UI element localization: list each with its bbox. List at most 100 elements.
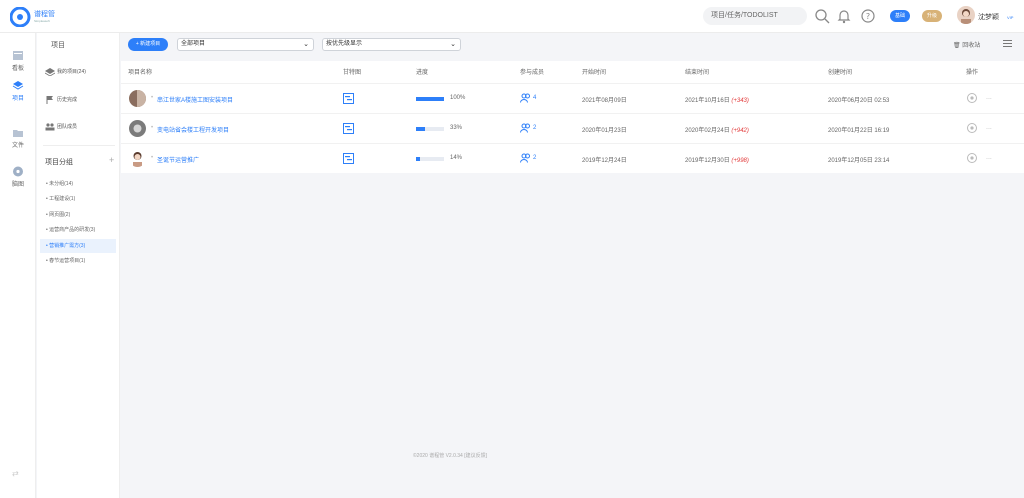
logo-icon[interactable] — [10, 7, 32, 27]
svg-text:?: ? — [866, 12, 870, 21]
progress-fill — [416, 157, 420, 161]
sidebar-item-label: 我的项目(24) — [57, 69, 86, 75]
progress-bar — [416, 127, 444, 131]
global-search[interactable]: 项目/任务/TODOLIST — [703, 7, 807, 25]
progress-bar — [416, 97, 444, 101]
group-item[interactable]: • 未分组(14) — [40, 177, 116, 191]
progress-bar — [416, 157, 444, 161]
sidebar-title: 项目 — [51, 42, 65, 49]
project-filter-value: 全部项目 — [181, 41, 206, 47]
more-icon[interactable]: ... — [986, 124, 992, 131]
members-count: 4 — [533, 95, 537, 101]
group-item[interactable]: • 工程建设(1) — [40, 192, 116, 206]
end-date: 2019年12月30日 (+998) — [685, 155, 749, 164]
board-icon — [13, 51, 23, 60]
members-icon[interactable] — [520, 123, 531, 133]
search-icon[interactable] — [814, 8, 830, 24]
table-row[interactable]: • 圣诞节运营推广 14% 2 2019年12月24日 2019年12月30日 … — [121, 143, 1024, 173]
more-icon[interactable]: ... — [986, 154, 992, 161]
rail-item-board[interactable]: 看板 — [0, 50, 36, 72]
rail-label-mindmap: 脑图 — [11, 182, 24, 188]
sidebar-divider — [43, 145, 115, 146]
delay-days: (+998) — [731, 158, 749, 164]
col-header-start: 开始时间 — [582, 70, 607, 76]
sidebar-item-my-projects[interactable]: 我的项目(24) — [45, 65, 119, 79]
rail-item-project[interactable]: 项目 — [0, 80, 36, 102]
layers-icon — [45, 67, 55, 76]
created-date: 2020年06月20日 02:53 — [828, 98, 890, 104]
progress-text: 33% — [450, 125, 463, 131]
gantt-icon[interactable] — [343, 153, 354, 164]
new-project-button[interactable]: + 新建项目 — [128, 38, 168, 51]
sort-value: 按优先级显示 — [326, 41, 363, 47]
rail-item-mindmap[interactable]: 脑图 — [0, 166, 36, 188]
chevron-down-icon: ⌄ — [303, 41, 309, 48]
project-avatar — [129, 120, 146, 137]
members-icon[interactable] — [520, 153, 531, 163]
members-count: 2 — [533, 125, 537, 131]
left-rail: 看板 项目 文件 脑图 ⇄ — [0, 33, 36, 498]
upgrade-badge[interactable]: 升级 — [922, 10, 942, 22]
project-avatar — [129, 90, 146, 107]
help-icon[interactable]: ? — [860, 8, 876, 24]
user-name[interactable]: 沈梦颖 — [978, 12, 999, 22]
sidebar-item-history[interactable]: 历史完成 — [45, 93, 119, 107]
project-filter-select[interactable]: 全部项目 ⌄ — [177, 38, 314, 51]
progress-fill — [416, 97, 444, 101]
table-row[interactable]: • 串江世家A楼施工图安装项目 100% 4 2021年08月09日 2021年… — [121, 83, 1024, 113]
project-icon — [12, 81, 24, 90]
group-item-active[interactable]: • 营销推广需方(3) — [40, 239, 116, 253]
row-dot: • — [151, 95, 154, 101]
chevron-down-icon: ⌄ — [450, 41, 456, 48]
group-item[interactable]: • 网页图(2) — [40, 208, 116, 222]
group-item[interactable]: • 春节运营项目(1) — [40, 254, 116, 268]
created-date: 2020年01月22日 16:19 — [828, 128, 890, 134]
gantt-icon[interactable] — [343, 123, 354, 134]
col-header-end: 结束时间 — [685, 70, 710, 76]
footer-text: ©2020 谱程管 V2.0.34 [建议反馈] — [413, 453, 487, 459]
main-panel: + 新建项目 全部项目 ⌄ 按优先级显示 ⌄ 🗑 回收站 项目名称 甘特图 进度… — [121, 33, 1024, 498]
project-name[interactable]: 变电站省会楼工程开发项目 — [157, 125, 229, 134]
eye-icon[interactable] — [966, 123, 978, 133]
user-avatar[interactable] — [957, 6, 975, 24]
basic-plan-badge[interactable]: 基础 — [890, 10, 910, 22]
row-dot: • — [151, 155, 154, 161]
table-row[interactable]: • 变电站省会楼工程开发项目 33% 2 2020年01月23日 2020年02… — [121, 113, 1024, 143]
delay-days: (+343) — [731, 98, 749, 104]
start-date: 2021年08月09日 — [582, 98, 627, 104]
list-view-icon[interactable] — [1003, 39, 1012, 48]
bell-icon[interactable] — [836, 8, 852, 24]
add-group-icon[interactable]: + — [109, 155, 114, 165]
more-icon[interactable]: ... — [986, 94, 992, 101]
members-count: 2 — [533, 155, 537, 161]
flag-icon — [46, 95, 53, 104]
end-date: 2021年10月16日 (+343) — [685, 95, 749, 104]
team-icon — [45, 123, 55, 131]
collapse-icon[interactable]: ⇄ — [12, 469, 19, 478]
sidebar-item-team[interactable]: 团队成员 — [45, 120, 119, 134]
col-header-name: 项目名称 — [128, 70, 153, 76]
start-date: 2019年12月24日 — [582, 158, 627, 164]
start-date: 2020年01月23日 — [582, 128, 627, 134]
rail-label-board: 看板 — [11, 66, 24, 72]
col-header-gantt: 甘特图 — [343, 70, 362, 76]
end-date-value: 2021年10月16日 — [685, 98, 730, 104]
end-date-value: 2019年12月30日 — [685, 158, 730, 164]
created-date: 2019年12月05日 23:14 — [828, 158, 890, 164]
vip-badge: VIP — [1007, 15, 1014, 20]
members-icon[interactable] — [520, 93, 531, 103]
progress-fill — [416, 127, 426, 131]
sort-select[interactable]: 按优先级显示 ⌄ — [322, 38, 461, 51]
gantt-icon[interactable] — [343, 93, 354, 104]
row-dot: • — [151, 125, 154, 131]
col-header-members: 参与成员 — [520, 70, 545, 76]
rail-item-files[interactable]: 文件 — [0, 127, 36, 149]
project-name[interactable]: 串江世家A楼施工图安装项目 — [157, 95, 233, 104]
recycle-bin-button[interactable]: 🗑 回收站 — [953, 40, 980, 49]
group-item[interactable]: • 运营商产品的研发(3) — [40, 223, 116, 237]
rail-label-project: 项目 — [11, 96, 24, 102]
project-name[interactable]: 圣诞节运营推广 — [157, 155, 199, 164]
eye-icon[interactable] — [966, 153, 978, 163]
eye-icon[interactable] — [966, 93, 978, 103]
sidebar-item-label: 历史完成 — [57, 97, 78, 103]
